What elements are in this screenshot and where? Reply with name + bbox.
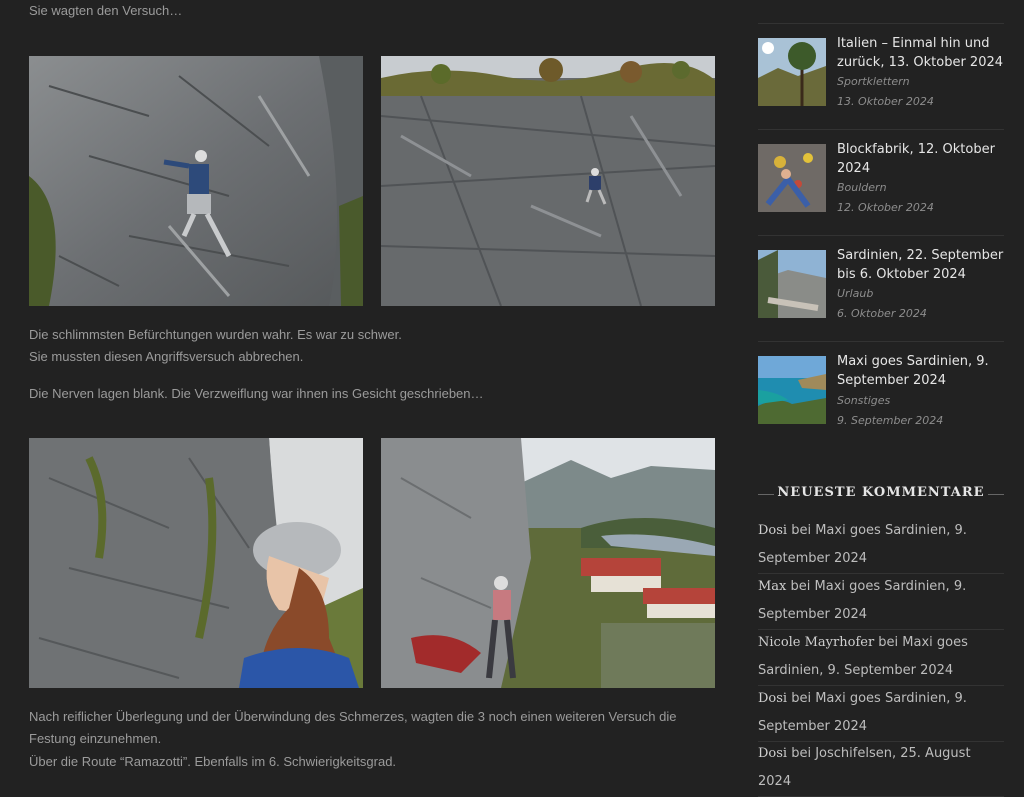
recent-post-thumbnail[interactable] [758,250,826,318]
article-text-para3-line2: Festung einzunehmen. [29,731,162,746]
comment-author[interactable]: Dosi [758,746,787,761]
comment-author[interactable]: Dosi [758,523,787,538]
recent-post-title[interactable]: Italien – Einmal hin und zurück, 13. Okt… [837,34,1004,72]
heading-divider-right [988,494,1004,495]
climbing-photo-4[interactable] [381,438,715,688]
recent-post-date: 12. Oktober 2024 [837,201,934,214]
recent-comments-heading: NEUESTE KOMMENTARE [758,484,1004,504]
comment-link[interactable]: bei Joschifelsen, 25. August 2024 [758,746,971,789]
recent-post-date: 9. September 2024 [837,414,944,427]
climbing-photo-2[interactable] [381,56,715,306]
comment-link[interactable]: bei Maxi goes Sardinien, 9. September 20… [758,691,967,734]
comment-author[interactable]: Dosi [758,691,787,706]
recent-post-item[interactable]: Maxi goes Sardinien, 9. September 2024 S… [758,341,1004,438]
recent-comment-item[interactable]: Dosi bei Maxi goes Sardinien, 9. Septemb… [758,517,1004,574]
recent-post-category[interactable]: Sportklettern [837,74,910,90]
recent-post-category[interactable]: Sonstiges [837,393,890,409]
article-text-para1-line2: Sie mussten diesen Angriffsversuch abbre… [29,349,304,364]
article-text-intro: Sie wagten den Versuch… [29,3,183,18]
recent-post-thumbnail[interactable] [758,38,826,106]
recent-post-thumbnail[interactable] [758,356,826,424]
recent-post-date: 6. Oktober 2024 [837,307,927,320]
comment-link[interactable]: bei Maxi goes Sardinien, 9. September 20… [758,579,966,622]
recent-comment-item[interactable]: Dosi bei Maxi goes Sardinien, 9. Septemb… [758,685,1004,742]
article-text-para2: Die Nerven lagen blank. Die Verzweiflung… [29,386,484,401]
comment-author[interactable]: Nicole Mayrhofer [758,635,874,650]
recent-post-category[interactable]: Urlaub [837,286,873,302]
article-text-para4: Über die Route “Ramazotti”. Ebenfalls im… [29,754,397,769]
climbing-photo-1[interactable] [29,56,363,306]
recent-post-title[interactable]: Maxi goes Sardinien, 9. September 2024 [837,352,1004,390]
article-text-para3-line1: Nach reiflicher Überlegung und der Überw… [29,709,677,724]
recent-comments-title: NEUESTE KOMMENTARE [777,485,985,500]
article-text-para1-line1: Die schlimmsten Befürchtungen wurden wah… [29,327,402,342]
recent-post-item[interactable]: Sardinien, 22. September bis 6. Oktober … [758,235,1004,342]
recent-post-title[interactable]: Sardinien, 22. September bis 6. Oktober … [837,246,1004,284]
comment-author[interactable]: Max [758,579,786,594]
recent-post-item[interactable]: Italien – Einmal hin und zurück, 13. Okt… [758,23,1004,130]
recent-post-category[interactable]: Bouldern [837,180,887,196]
recent-comment-item[interactable]: Dosi bei Joschifelsen, 25. August 2024 [758,740,1004,797]
recent-post-thumbnail[interactable] [758,144,826,212]
recent-comment-item[interactable]: Nicole Mayrhofer bei Maxi goes Sardinien… [758,629,1004,686]
climbing-photo-3[interactable] [29,438,363,688]
recent-comment-item[interactable]: Max bei Maxi goes Sardinien, 9. Septembe… [758,573,1004,630]
recent-post-title[interactable]: Blockfabrik, 12. Oktober 2024 [837,140,1004,178]
recent-post-item[interactable]: Blockfabrik, 12. Oktober 2024 Bouldern 1… [758,129,1004,236]
comment-link[interactable]: bei Maxi goes Sardinien, 9. September 20… [758,523,967,566]
recent-post-date: 13. Oktober 2024 [837,95,934,108]
